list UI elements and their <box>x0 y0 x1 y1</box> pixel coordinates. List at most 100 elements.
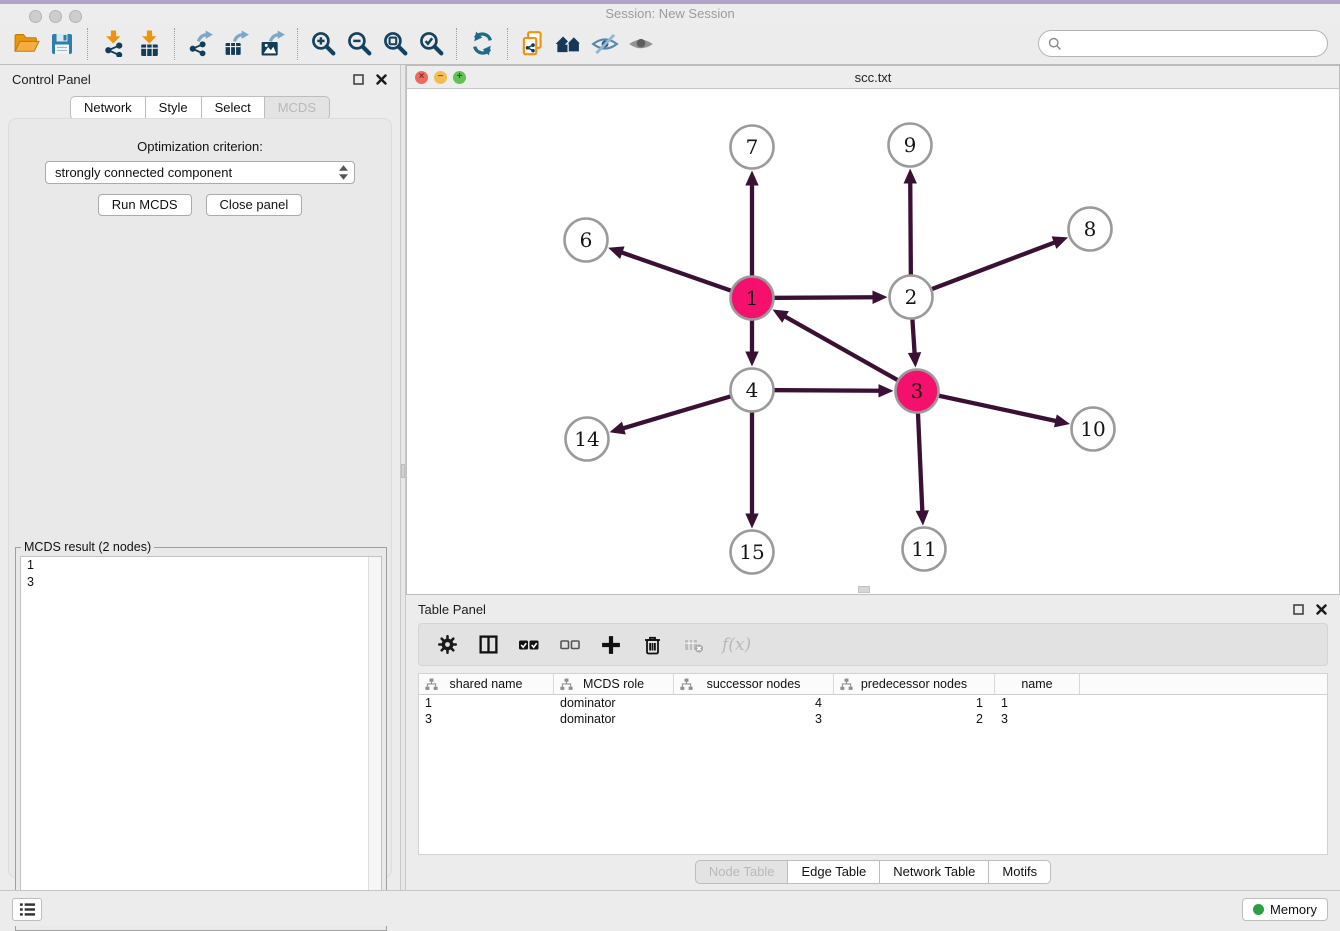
edge-2-8[interactable] <box>911 242 1057 297</box>
search-field[interactable] <box>1038 30 1328 57</box>
mcds-result-legend: MCDS result (2 nodes) <box>21 540 154 554</box>
graph-node-label: 8 <box>1084 217 1097 241</box>
table-cell[interactable]: 4 <box>674 695 834 711</box>
edge-arrowhead <box>916 510 929 525</box>
table-cell[interactable]: dominator <box>554 711 674 727</box>
table-cell[interactable]: 1 <box>834 695 995 711</box>
tab-network-table[interactable]: Network Table <box>880 860 989 884</box>
optimization-criterion-value: strongly connected component <box>55 165 339 180</box>
refresh-icon[interactable] <box>464 26 500 62</box>
column-header-label: name <box>1021 677 1052 691</box>
tab-node-table[interactable]: Node Table <box>695 860 789 884</box>
export-table-icon[interactable] <box>218 26 254 62</box>
tab-edge-table[interactable]: Edge Table <box>788 860 880 884</box>
edge-arrowhead <box>610 422 626 435</box>
save-session-icon[interactable] <box>44 26 80 62</box>
memory-status-icon <box>1253 904 1264 915</box>
table-cell[interactable]: dominator <box>554 695 674 711</box>
edge-arrowhead <box>1054 414 1070 427</box>
graph-node-label: 7 <box>746 135 759 159</box>
table-cell[interactable]: 3 <box>674 711 834 727</box>
close-panel-icon[interactable] <box>374 72 388 86</box>
zoom-out-icon[interactable] <box>341 26 377 62</box>
delete-column-icon[interactable] <box>640 633 664 657</box>
close-table-panel-icon[interactable] <box>1314 602 1328 616</box>
export-image-icon[interactable] <box>254 26 290 62</box>
zoom-selected-icon[interactable] <box>413 26 449 62</box>
export-network-icon[interactable] <box>182 26 218 62</box>
search-input[interactable] <box>1062 36 1327 51</box>
splitter-grip[interactable] <box>401 464 405 478</box>
add-column-icon[interactable] <box>599 633 623 657</box>
tab-style[interactable]: Style <box>146 96 202 120</box>
table-settings-icon[interactable] <box>435 633 459 657</box>
network-canvas[interactable]: 7968124314101511 <box>407 89 1339 594</box>
mcds-panel: Optimization criterion: strongly connect… <box>8 118 392 878</box>
home-view-icon[interactable] <box>551 26 587 62</box>
app-close-button[interactable] <box>29 10 42 23</box>
column-header-predecessor-nodes[interactable]: predecessor nodes <box>834 674 995 694</box>
close-panel-button[interactable]: Close panel <box>206 194 303 216</box>
hide-eye-icon[interactable] <box>587 26 623 62</box>
tab-network[interactable]: Network <box>70 96 146 120</box>
column-header-shared-name[interactable]: shared name <box>419 674 554 694</box>
network-window-titlebar: scc.txt × − + <box>407 66 1339 89</box>
table-cell[interactable]: 1 <box>419 695 554 711</box>
memory-button[interactable]: Memory <box>1242 898 1328 921</box>
mcds-result-item[interactable]: 3 <box>21 574 381 591</box>
edge-arrowhead <box>745 514 758 529</box>
edge-3-1[interactable] <box>783 315 917 391</box>
duplicate-network-icon[interactable] <box>515 26 551 62</box>
table-panel: Table Panel f(x) shared nameMCDS rolesuc… <box>406 595 1340 890</box>
import-table-icon[interactable] <box>131 26 167 62</box>
network-graph: 7968124314101511 <box>407 89 1339 594</box>
edge-arrowhead <box>745 352 758 367</box>
select-all-icon[interactable] <box>517 633 541 657</box>
show-columns-icon[interactable] <box>476 633 500 657</box>
float-panel-icon[interactable] <box>351 72 365 86</box>
table-row[interactable]: 3dominator323 <box>419 711 1327 727</box>
deselect-all-icon[interactable] <box>558 633 582 657</box>
open-session-icon[interactable] <box>8 26 44 62</box>
table-cell[interactable]: 2 <box>834 711 995 727</box>
network-view-window: scc.txt × − + 7968124314101511 <box>406 65 1340 595</box>
table-cell[interactable]: 3 <box>419 711 554 727</box>
graph-node-label: 4 <box>746 378 759 402</box>
table-cell[interactable]: 3 <box>995 711 1080 727</box>
mcds-result-item[interactable]: 1 <box>21 557 381 574</box>
tab-mcds[interactable]: MCDS <box>265 96 330 120</box>
column-header-MCDS-role[interactable]: MCDS role <box>554 674 674 694</box>
show-eye-icon[interactable] <box>623 26 659 62</box>
table-row[interactable]: 1dominator411 <box>419 695 1327 711</box>
tab-select[interactable]: Select <box>202 96 265 120</box>
mcds-result-list[interactable]: 13 <box>20 556 382 926</box>
status-bar: Memory <box>0 890 1340 926</box>
list-icon <box>18 901 37 918</box>
result-scrollbar[interactable] <box>368 557 381 925</box>
table-cell[interactable]: 1 <box>995 695 1080 711</box>
select-stepper-icon <box>339 165 348 180</box>
table-panel-title: Table Panel <box>418 602 1282 617</box>
tree-icon <box>680 678 693 691</box>
import-network-icon[interactable] <box>95 26 131 62</box>
search-icon <box>1048 37 1062 51</box>
horizontal-splitter-grip[interactable] <box>858 586 870 593</box>
column-header-successor-nodes[interactable]: successor nodes <box>674 674 834 694</box>
node-table-header: shared nameMCDS rolesuccessor nodesprede… <box>419 674 1327 695</box>
float-table-panel-icon[interactable] <box>1291 602 1305 616</box>
zoom-in-icon[interactable] <box>305 26 341 62</box>
toolbar-separator <box>507 28 508 60</box>
run-mcds-button[interactable]: Run MCDS <box>98 194 192 216</box>
toolbar-separator <box>174 28 175 60</box>
zoom-fit-icon[interactable] <box>377 26 413 62</box>
optimization-criterion-select[interactable]: strongly connected component <box>45 161 355 184</box>
tab-motifs[interactable]: Motifs <box>989 860 1051 884</box>
column-header-name[interactable]: name <box>995 674 1080 694</box>
edge-arrowhead <box>904 168 917 183</box>
app-minimize-button[interactable] <box>49 10 62 23</box>
table-toolbar: f(x) <box>418 623 1328 666</box>
task-history-button[interactable] <box>12 898 42 921</box>
mcds-actions: Run MCDS Close panel <box>9 194 391 216</box>
app-zoom-button[interactable] <box>69 10 82 23</box>
graph-node-label: 1 <box>746 286 759 310</box>
